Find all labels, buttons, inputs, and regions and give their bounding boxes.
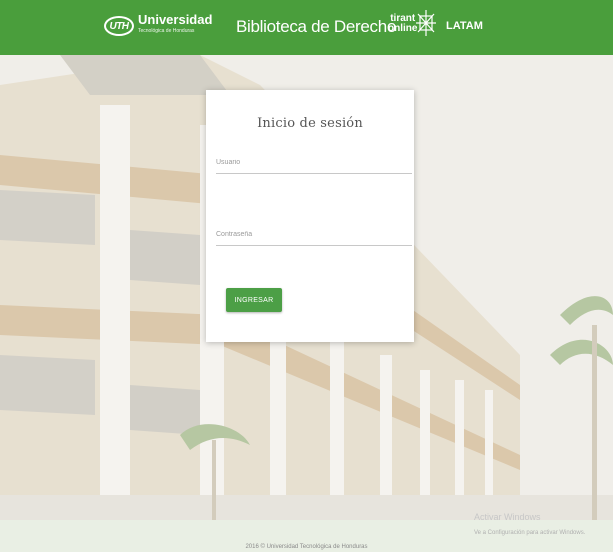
- footer-copyright: 2016 © Universidad Tecnológica de Hondur…: [245, 544, 368, 550]
- top-header-bar: UTH Universidad Tecnológica de Honduras …: [0, 0, 613, 55]
- uth-logo-icon[interactable]: UTH: [104, 16, 134, 36]
- windows-activation-subtitle: Ve a Configuración para activar Windows.: [474, 530, 586, 536]
- login-title: Inicio de sesión: [257, 116, 363, 131]
- password-input[interactable]: [216, 224, 412, 246]
- latam-label: LATAM: [446, 20, 483, 32]
- windows-activation-title: Activar Windows: [474, 512, 541, 522]
- tirant-emblem-icon: [416, 10, 436, 36]
- university-subtitle: Tecnológica de Honduras: [138, 28, 195, 34]
- username-input[interactable]: [216, 152, 412, 174]
- footer-bar: 2016 © Universidad Tecnológica de Hondur…: [0, 520, 613, 552]
- login-card: Inicio de sesión INGRESAR: [206, 90, 414, 342]
- site-title: Biblioteca de Derecho: [236, 17, 397, 36]
- university-name: Universidad: [138, 12, 213, 27]
- login-submit-button[interactable]: INGRESAR: [226, 288, 282, 312]
- uth-logo-mark: UTH: [109, 20, 129, 32]
